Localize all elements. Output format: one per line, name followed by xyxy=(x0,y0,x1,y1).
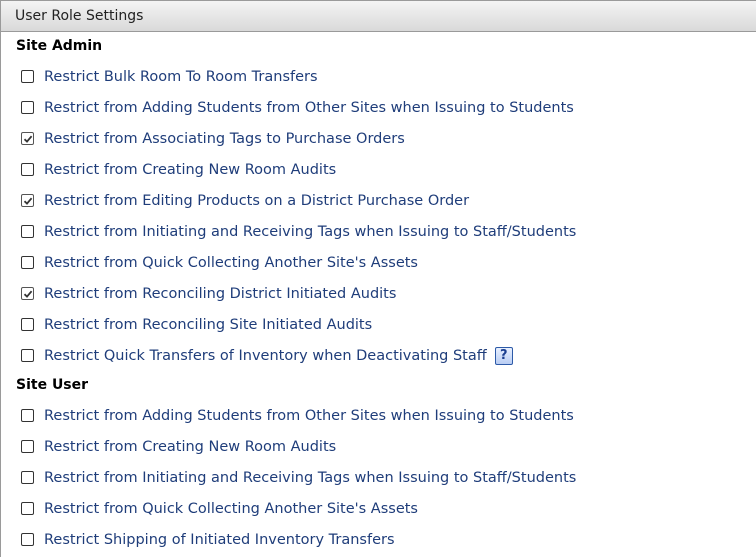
setting-option[interactable]: Restrict from Quick Collecting Another S… xyxy=(1,493,756,524)
setting-option[interactable]: Restrict from Adding Students from Other… xyxy=(1,92,756,123)
setting-option[interactable]: Restrict from Quick Collecting Another S… xyxy=(1,247,756,278)
setting-option[interactable]: Restrict from Reconciling Site Initiated… xyxy=(1,309,756,340)
setting-label: Restrict from Associating Tags to Purcha… xyxy=(44,130,405,147)
setting-label: Restrict Shipping of Initiated Inventory… xyxy=(44,531,395,548)
setting-label: Restrict from Reconciling Site Initiated… xyxy=(44,316,373,333)
checkbox[interactable] xyxy=(21,533,34,546)
setting-label: Restrict from Creating New Room Audits xyxy=(44,161,337,178)
checkbox[interactable] xyxy=(21,318,34,331)
checkbox[interactable] xyxy=(21,70,34,83)
checkbox[interactable] xyxy=(21,256,34,269)
setting-option[interactable]: Restrict from Editing Products on a Dist… xyxy=(1,185,756,216)
setting-option[interactable]: Restrict from Initiating and Receiving T… xyxy=(1,462,756,493)
setting-option[interactable]: Restrict Bulk Room To Room Transfers xyxy=(1,61,756,92)
setting-option[interactable]: Restrict from Reconciling District Initi… xyxy=(1,278,756,309)
setting-label: Restrict from Adding Students from Other… xyxy=(44,407,574,424)
checkbox[interactable] xyxy=(21,101,34,114)
setting-label: Restrict from Initiating and Receiving T… xyxy=(44,469,577,486)
checkbox[interactable] xyxy=(21,409,34,422)
setting-option[interactable]: Restrict from Creating New Room Audits xyxy=(1,431,756,462)
checkbox[interactable] xyxy=(21,194,34,207)
setting-option[interactable]: Restrict from Associating Tags to Purcha… xyxy=(1,123,756,154)
checkbox[interactable] xyxy=(21,163,34,176)
section-title: Site Admin xyxy=(16,38,103,54)
setting-label: Restrict Bulk Room To Room Transfers xyxy=(44,68,318,85)
setting-option[interactable]: Restrict Shipping of Initiated Inventory… xyxy=(1,524,756,555)
setting-option[interactable]: Restrict Quick Transfers of Inventory wh… xyxy=(1,340,756,371)
checkmark-icon xyxy=(23,135,32,143)
setting-option[interactable]: Restrict from Initiating and Receiving T… xyxy=(1,216,756,247)
setting-label: Restrict from Initiating and Receiving T… xyxy=(44,223,577,240)
checkmark-icon xyxy=(23,290,32,298)
checkbox[interactable] xyxy=(21,132,34,145)
section-title: Site User xyxy=(16,377,89,393)
help-icon[interactable]: ? xyxy=(494,346,513,365)
setting-option[interactable]: Restrict from Creating New Room Audits xyxy=(1,154,756,185)
checkbox[interactable] xyxy=(21,471,34,484)
setting-label: Restrict from Quick Collecting Another S… xyxy=(44,254,418,271)
setting-label: Restrict from Editing Products on a Dist… xyxy=(44,192,470,209)
setting-label: Restrict Quick Transfers of Inventory wh… xyxy=(44,347,487,364)
setting-label: Restrict from Creating New Room Audits xyxy=(44,438,337,455)
checkbox[interactable] xyxy=(21,349,34,362)
checkbox[interactable] xyxy=(21,502,34,515)
setting-label: Restrict from Adding Students from Other… xyxy=(44,99,574,116)
checkmark-icon xyxy=(23,197,32,205)
panel-header: User Role Settings xyxy=(1,0,756,32)
user-role-settings-panel: User Role Settings Site Admin Restrict Bu… xyxy=(0,0,756,557)
setting-label: Restrict from Reconciling District Initi… xyxy=(44,285,397,302)
checkbox[interactable] xyxy=(21,440,34,453)
settings-sections: Site Admin Restrict Bulk Room To Room Tra… xyxy=(1,32,756,555)
setting-label: Restrict from Quick Collecting Another S… xyxy=(44,500,418,517)
checkbox[interactable] xyxy=(21,225,34,238)
setting-option[interactable]: Restrict from Adding Students from Other… xyxy=(1,400,756,431)
checkbox[interactable] xyxy=(21,287,34,300)
